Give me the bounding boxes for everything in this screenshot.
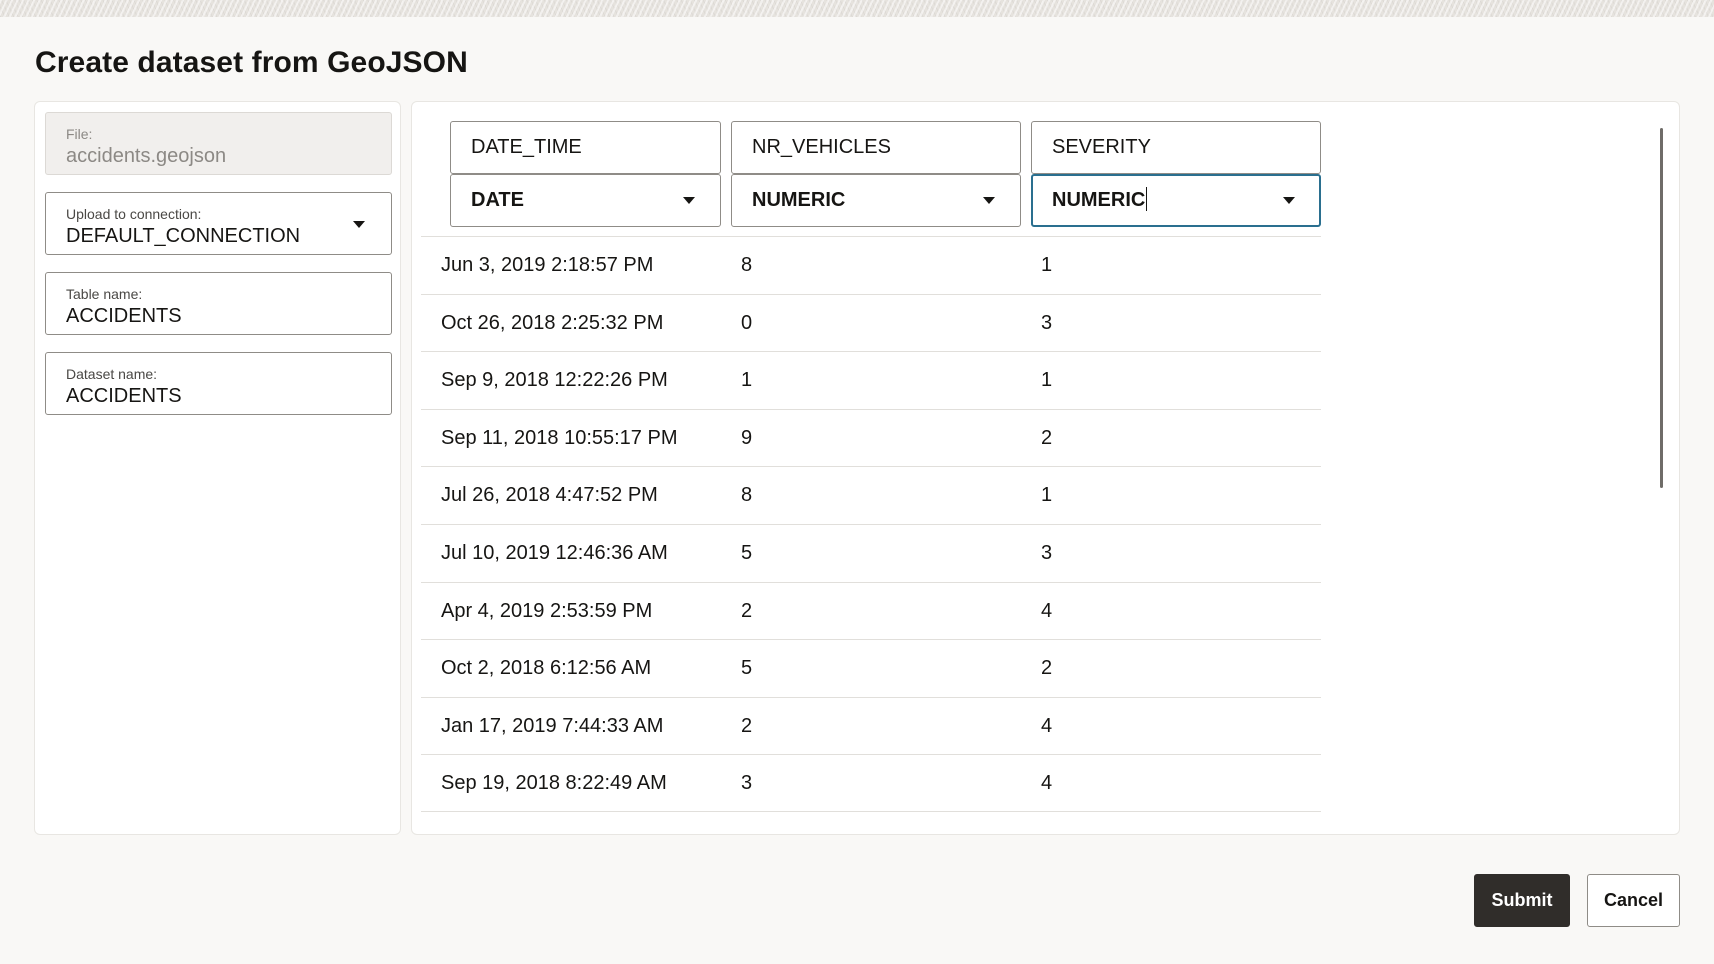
table-row: Jul 10, 2019 12:46:36 AM 5 3: [421, 523, 1321, 582]
table-cell: 1: [1041, 254, 1053, 276]
chevron-down-icon[interactable]: [1283, 197, 1295, 204]
table-cell: 1: [741, 369, 753, 392]
dataset-name-field[interactable]: Dataset name: ACCIDENTS: [45, 352, 392, 415]
table-cell: 4: [1041, 772, 1053, 795]
file-value: accidents.geojson: [66, 145, 227, 167]
column-type-select-date-time[interactable]: DATE: [450, 174, 721, 227]
vertical-scrollbar[interactable]: [1660, 128, 1663, 488]
column-type-select-nr-vehicles[interactable]: NUMERIC: [731, 174, 1021, 227]
column-name-input-severity[interactable]: SEVERITY: [1031, 121, 1321, 174]
text-cursor: [1146, 186, 1148, 211]
table-cell: 9: [741, 426, 753, 449]
table-cell: 3: [741, 772, 753, 795]
dialog-title: Create dataset from GeoJSON: [35, 46, 468, 79]
table-cell: 1: [1041, 484, 1053, 507]
table-row: Sep 11, 2018 10:55:17 PM 9 2: [421, 408, 1321, 467]
table-cell: Jan 17, 2019 7:44:33 AM: [441, 714, 664, 737]
table-row: Sep 9, 2018 12:22:26 PM 1 1: [421, 351, 1321, 409]
column-name-input-date-time[interactable]: DATE_TIME: [450, 121, 721, 174]
connection-value: DEFAULT_CONNECTION: [66, 225, 301, 247]
chevron-down-icon[interactable]: [683, 197, 695, 204]
table-cell: 2: [741, 714, 753, 737]
table-cell: Sep 11, 2018 10:55:17 PM: [441, 426, 678, 449]
table-row: Jan 17, 2019 7:44:33 AM 2 4: [421, 696, 1321, 755]
table-cell: Apr 4, 2019 2:53:59 PM: [441, 599, 653, 622]
table-cell: Sep 19, 2018 8:22:49 AM: [441, 772, 667, 795]
top-decorative-strip: [0, 0, 1714, 17]
table-cell: 4: [1041, 714, 1053, 737]
file-label: File:: [66, 126, 93, 142]
table-cell: 4: [1041, 599, 1053, 622]
table-cell: Oct 2, 2018 6:12:56 AM: [441, 657, 652, 680]
table-row: Sep 19, 2018 8:22:49 AM 3 4: [421, 754, 1321, 812]
column-type-value: DATE: [471, 189, 524, 211]
chevron-down-icon[interactable]: [983, 197, 995, 204]
table-row: Jun 3, 2019 2:18:57 PM 8 1: [421, 236, 1321, 294]
cancel-button[interactable]: Cancel: [1587, 874, 1680, 927]
table-cell: 2: [1041, 657, 1053, 680]
table-cell: Jul 26, 2018 4:47:52 PM: [441, 484, 658, 507]
table-cell: 8: [741, 254, 753, 276]
table-cell: 5: [741, 657, 753, 680]
table-cell: 8: [741, 484, 753, 507]
table-cell: Jun 3, 2019 2:18:57 PM: [441, 254, 654, 276]
settings-panel: File: accidents.geojson Upload to connec…: [34, 101, 401, 835]
table-cell: 5: [741, 541, 753, 564]
table-cell: 3: [1041, 541, 1053, 564]
table-cell: 2: [1041, 426, 1053, 449]
table-row: Oct 26, 2018 2:25:32 PM 0 3: [421, 293, 1321, 352]
table-cell: 0: [741, 311, 753, 334]
table-name-field[interactable]: Table name: ACCIDENTS: [45, 272, 392, 335]
table-cell: Sep 9, 2018 12:22:26 PM: [441, 369, 668, 392]
table-name-label: Table name:: [66, 286, 143, 302]
table-cell: 2: [741, 599, 753, 622]
table-cell: 1: [1041, 369, 1053, 392]
table-cell: 3: [1041, 311, 1053, 334]
table-cell: Jul 10, 2019 12:46:36 AM: [441, 541, 668, 564]
table-row: Jul 26, 2018 4:47:52 PM 8 1: [421, 466, 1321, 524]
file-field: File: accidents.geojson: [45, 112, 392, 175]
table-cell: Oct 26, 2018 2:25:32 PM: [441, 311, 664, 334]
table-row: Apr 4, 2019 2:53:59 PM 2 4: [421, 581, 1321, 640]
table-row: Oct 2, 2018 6:12:56 AM 5 2: [421, 639, 1321, 697]
connection-label: Upload to connection:: [66, 206, 202, 222]
dataset-name-value[interactable]: ACCIDENTS: [66, 384, 371, 408]
connection-select[interactable]: Upload to connection: DEFAULT_CONNECTION: [45, 192, 392, 255]
submit-button[interactable]: Submit: [1474, 874, 1570, 927]
dataset-name-label: Dataset name:: [66, 366, 158, 382]
column-type-value: NUMERIC: [1052, 189, 1146, 211]
column-type-select-severity[interactable]: NUMERIC: [1031, 174, 1321, 227]
chevron-down-icon[interactable]: [353, 221, 365, 228]
preview-table: Jun 3, 2019 2:18:57 PM 8 1 Oct 26, 2018 2:2…: [421, 236, 1321, 812]
column-type-value: NUMERIC: [752, 189, 846, 211]
table-name-value[interactable]: ACCIDENTS: [66, 304, 371, 328]
column-name-input-nr-vehicles[interactable]: NR_VEHICLES: [731, 121, 1021, 174]
